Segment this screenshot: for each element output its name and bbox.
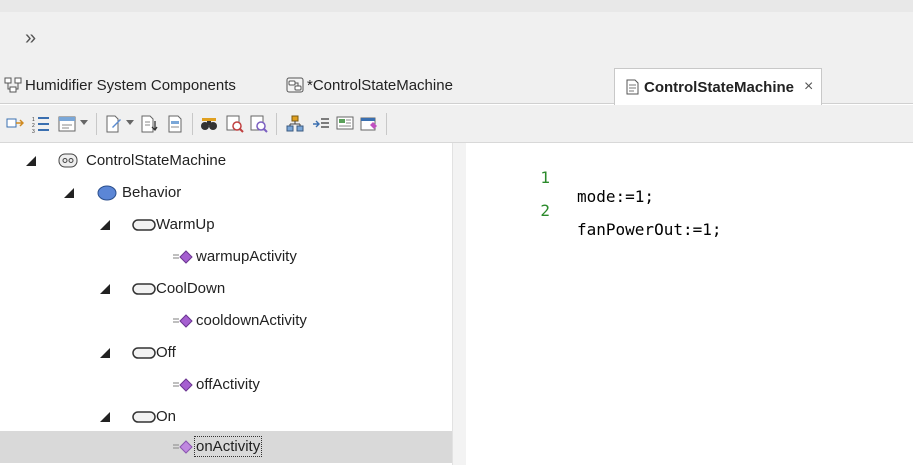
expanded-arrow-icon[interactable] xyxy=(26,156,36,166)
tree-item-onactivity[interactable]: onActivity xyxy=(0,431,452,463)
expanded-arrow-icon[interactable] xyxy=(100,412,110,422)
tree-item-behavior[interactable]: Behavior xyxy=(0,177,452,209)
tree-item-controlstatemachine[interactable]: ControlStateMachine xyxy=(0,145,452,177)
preview-icon[interactable] xyxy=(336,115,354,133)
tree-item-label: cooldownActivity xyxy=(196,312,307,329)
tab-control-state-machine-diagram[interactable]: *ControlStateMachine xyxy=(286,66,453,104)
activity-icon xyxy=(173,440,193,454)
line-number: 2 xyxy=(540,201,550,220)
tree-item-label: Off xyxy=(156,344,176,361)
line-number: 1 xyxy=(540,168,550,187)
insert-icon[interactable] xyxy=(312,115,330,133)
numbered-list-icon[interactable]: 123 xyxy=(32,115,50,133)
tree-item-warmup[interactable]: WarmUp xyxy=(0,209,452,241)
tab-bar: Humidifier System Components *ControlSta… xyxy=(0,66,913,105)
tree-item-on[interactable]: On xyxy=(0,401,452,433)
activity-icon xyxy=(173,378,193,392)
locate-icon[interactable] xyxy=(250,115,268,133)
toolbar-separator xyxy=(96,113,97,135)
expanded-arrow-icon[interactable] xyxy=(100,220,110,230)
hierarchy-icon[interactable] xyxy=(286,115,304,133)
tab-control-state-machine-code[interactable]: ControlStateMachine × xyxy=(614,68,823,105)
tree-item-label: CoolDown xyxy=(156,280,226,297)
search-icon[interactable] xyxy=(226,115,244,133)
document-icon[interactable] xyxy=(166,115,184,133)
tree-item-warmupactivity[interactable]: warmupActivity xyxy=(0,241,452,273)
top-strip xyxy=(0,0,913,12)
toolbar-separator xyxy=(386,113,387,135)
state-icon xyxy=(132,283,156,295)
tab-label: ControlStateMachine xyxy=(644,78,795,96)
tree-item-label: WarmUp xyxy=(156,216,215,233)
tree-item-offactivity[interactable]: offActivity xyxy=(0,369,452,401)
state-icon xyxy=(132,219,156,231)
find-icon[interactable] xyxy=(200,115,218,133)
tree-item-label: ControlStateMachine xyxy=(86,152,227,169)
tab-label: Humidifier System Components xyxy=(25,76,236,94)
tab-label: *ControlStateMachine xyxy=(307,76,453,94)
expanded-arrow-icon[interactable] xyxy=(100,348,110,358)
properties-icon[interactable] xyxy=(58,115,76,133)
edit-dropdown-icon[interactable] xyxy=(126,120,134,125)
code-editor[interactable]: 1 mode:=1; 2 fanPowerOut:=1; xyxy=(466,143,913,465)
expand-chevron-icon[interactable]: » xyxy=(25,28,36,48)
state-icon xyxy=(132,347,156,359)
pane-splitter[interactable] xyxy=(452,143,466,465)
tree-item-label: On xyxy=(156,408,177,425)
tree-item-label: offActivity xyxy=(196,376,260,393)
tree-item-label: Behavior xyxy=(122,184,182,201)
select-icon[interactable] xyxy=(6,115,24,133)
title-area: » xyxy=(0,0,913,66)
document-icon xyxy=(626,79,639,95)
code-line[interactable]: 1 mode:=1; xyxy=(466,149,654,206)
tree-item-label: warmupActivity xyxy=(196,248,297,265)
tree-item-cooldownactivity[interactable]: cooldownActivity xyxy=(0,305,452,337)
state-machine-icon xyxy=(286,77,304,93)
svg-text:3: 3 xyxy=(32,129,35,133)
state-icon xyxy=(132,411,156,423)
toolbar: 123 xyxy=(0,105,913,143)
close-tab-icon[interactable]: × xyxy=(804,78,813,96)
properties-dropdown-icon[interactable] xyxy=(80,120,88,125)
tree-item-label: onActivity xyxy=(193,436,263,457)
tab-humidifier-system-components[interactable]: Humidifier System Components xyxy=(4,66,236,104)
import-icon[interactable] xyxy=(140,115,158,133)
expanded-arrow-icon[interactable] xyxy=(100,284,110,294)
code-text[interactable]: mode:=1; xyxy=(577,187,654,206)
toolbar-separator xyxy=(276,113,277,135)
generate-icon[interactable] xyxy=(360,115,378,133)
element-tree: ControlStateMachine Behavior WarmUp warm… xyxy=(0,143,452,465)
code-line[interactable]: 2 fanPowerOut:=1; xyxy=(466,182,721,239)
edit-icon[interactable] xyxy=(104,115,122,133)
diagram-icon xyxy=(4,77,22,93)
expanded-arrow-icon[interactable] xyxy=(64,188,74,198)
toolbar-separator xyxy=(192,113,193,135)
activity-icon xyxy=(173,314,193,328)
code-text[interactable]: fanPowerOut:=1; xyxy=(577,220,722,239)
tree-item-cooldown[interactable]: CoolDown xyxy=(0,273,452,305)
activity-icon xyxy=(173,250,193,264)
behavior-icon xyxy=(97,185,117,201)
state-machine-icon xyxy=(58,153,78,168)
tree-item-off[interactable]: Off xyxy=(0,337,452,369)
